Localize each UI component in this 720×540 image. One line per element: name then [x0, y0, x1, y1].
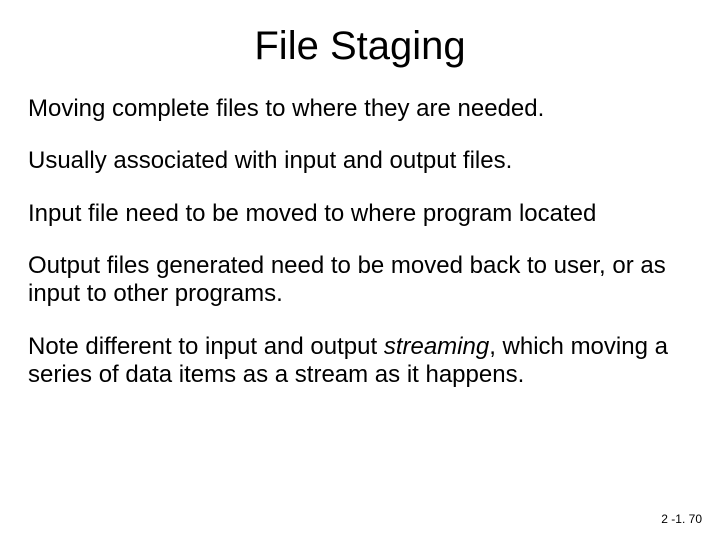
- paragraph-5-italic: streaming: [384, 333, 489, 360]
- slide-body: Moving complete files to where they are …: [28, 95, 692, 389]
- paragraph-5-part-a: Note different to input and output: [28, 333, 384, 360]
- slide-title: File Staging: [28, 24, 692, 69]
- paragraph-4: Output files generated need to be moved …: [28, 252, 692, 309]
- slide: File Staging Moving complete files to wh…: [0, 0, 720, 540]
- slide-number: 2 -1. 70: [661, 512, 702, 526]
- paragraph-5: Note different to input and output strea…: [28, 333, 692, 390]
- paragraph-2: Usually associated with input and output…: [28, 147, 692, 175]
- paragraph-1: Moving complete files to where they are …: [28, 95, 692, 123]
- paragraph-3: Input file need to be moved to where pro…: [28, 200, 692, 228]
